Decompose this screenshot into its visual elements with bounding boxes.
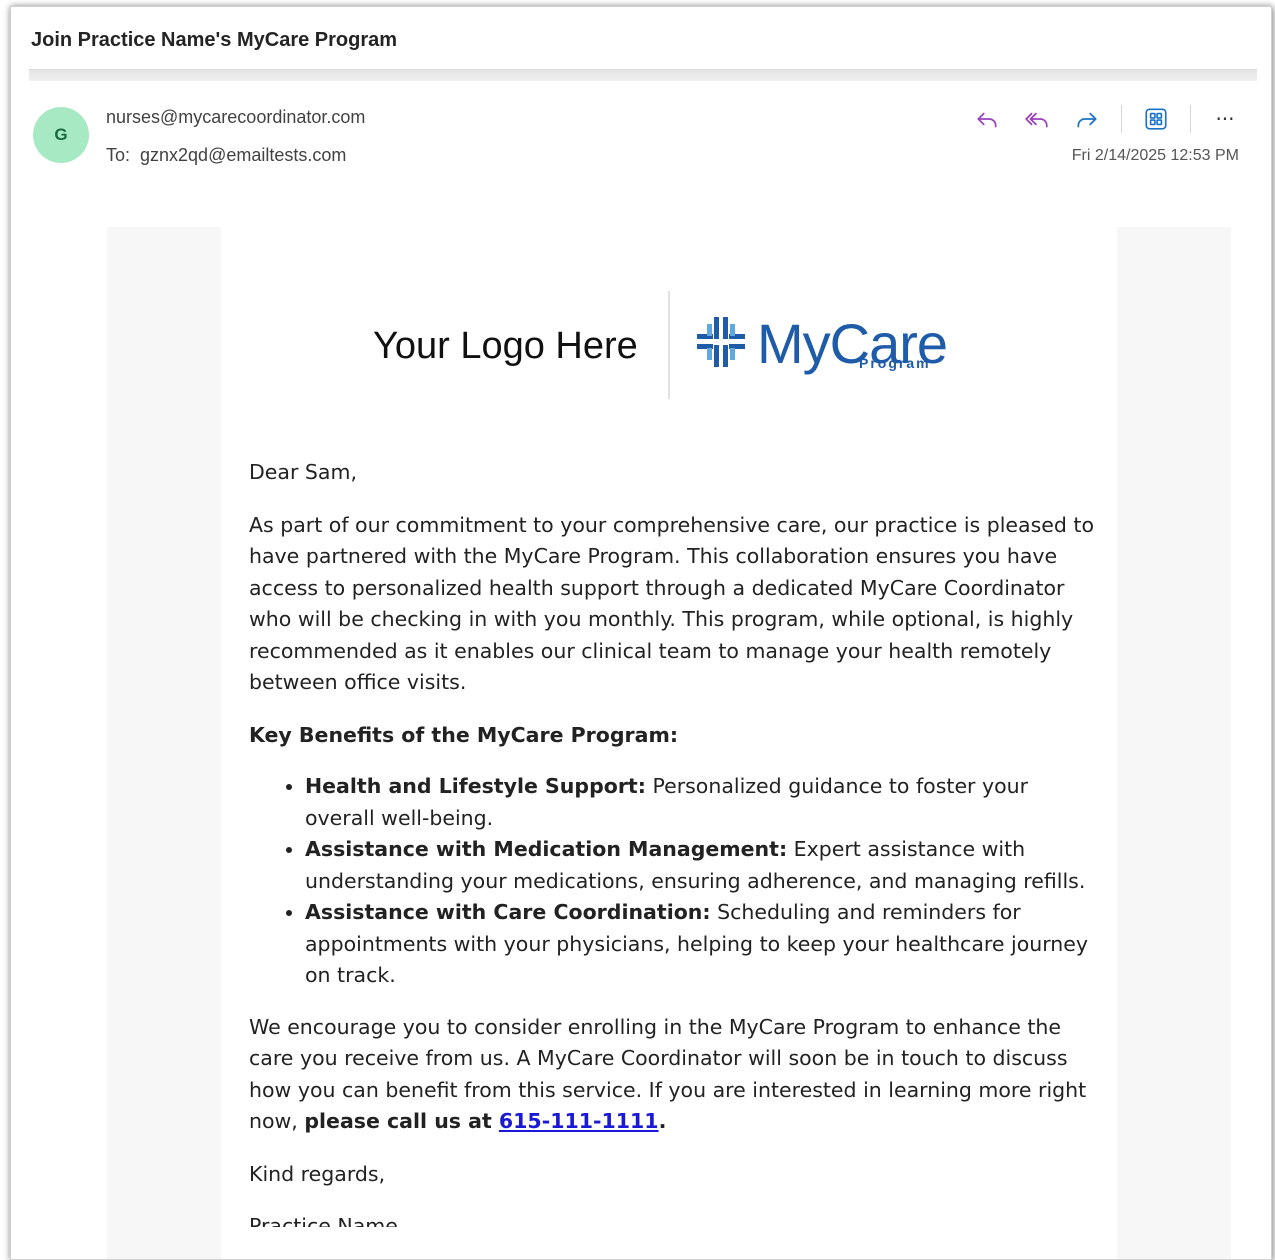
message-actions: ···	[971, 103, 1241, 135]
period: .	[658, 1109, 667, 1133]
benefits-heading: Key Benefits of the MyCare Program:	[249, 722, 679, 747]
message-body: Your Logo Here MyCare Program Dear Sam, …	[221, 227, 1117, 1259]
list-item: Health and Lifestyle Support: Personaliz…	[305, 771, 1099, 834]
benefits-list: Health and Lifestyle Support: Personaliz…	[305, 771, 1099, 992]
action-divider	[1190, 105, 1191, 133]
medical-cross-icon	[697, 317, 745, 367]
closing-paragraph: We encourage you to consider enrolling i…	[249, 1012, 1099, 1138]
reply-button[interactable]	[971, 103, 1003, 135]
email-window: Join Practice Name's MyCare Program G nu…	[10, 6, 1272, 1260]
call-text: please call us at	[304, 1109, 499, 1133]
forward-icon	[1077, 112, 1097, 128]
mycare-logo: MyCare Program	[695, 309, 965, 379]
more-icon: ···	[1215, 107, 1235, 131]
email-content: Dear Sam, As part of our commitment to y…	[249, 457, 1099, 1227]
greeting: Dear Sam,	[249, 460, 357, 484]
more-button[interactable]: ···	[1209, 103, 1241, 135]
logo-row: Your Logo Here MyCare Program	[221, 291, 1117, 401]
benefit-title: Health and Lifestyle Support:	[305, 774, 646, 798]
recipient-line: To: gznx2qd@emailtests.com	[106, 145, 346, 166]
logo-divider	[668, 291, 670, 399]
to-label: To:	[106, 145, 131, 165]
benefit-title: Assistance with Medication Management:	[305, 837, 788, 861]
signature-partial: Practice Name	[249, 1214, 398, 1227]
mycare-subtitle: Program	[859, 355, 931, 371]
logo-placeholder: Your Logo Here	[373, 325, 638, 367]
apps-button[interactable]	[1140, 103, 1172, 135]
sender-avatar[interactable]: G	[33, 107, 89, 163]
email-subject: Join Practice Name's MyCare Program	[31, 29, 398, 51]
recipient-address[interactable]: gznx2qd@emailtests.com	[140, 145, 346, 166]
sender-address[interactable]: nurses@mycarecoordinator.com	[106, 107, 365, 128]
forward-button[interactable]	[1071, 103, 1103, 135]
intro-paragraph: As part of our commitment to your compre…	[249, 512, 1094, 695]
list-item: Assistance with Medication Management: E…	[305, 834, 1099, 897]
action-divider	[1121, 105, 1122, 133]
subject-divider	[29, 69, 1257, 81]
phone-link[interactable]: 615-111-1111	[499, 1109, 659, 1133]
reply-all-button[interactable]	[1021, 103, 1053, 135]
list-item: Assistance with Care Coordination: Sched…	[305, 897, 1099, 992]
email-date: Fri 2/14/2025 12:53 PM	[1071, 147, 1239, 164]
benefit-title: Assistance with Care Coordination:	[305, 900, 711, 924]
reply-all-icon	[1025, 112, 1048, 128]
sign-off: Kind regards,	[249, 1161, 386, 1186]
apps-icon	[1145, 108, 1167, 130]
reply-icon	[977, 112, 997, 128]
